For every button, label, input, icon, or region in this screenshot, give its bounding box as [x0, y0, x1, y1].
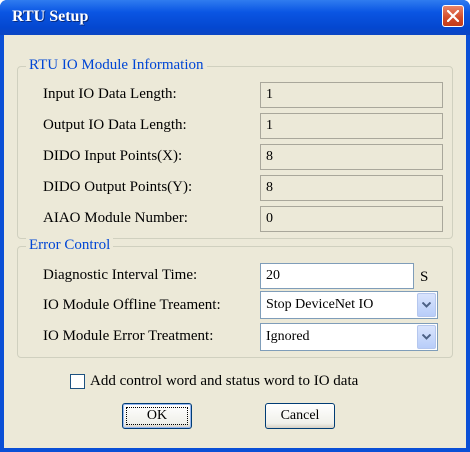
chevron-down-icon — [422, 302, 431, 308]
cancel-button-label: Cancel — [280, 408, 320, 423]
ok-button[interactable]: OK — [122, 403, 192, 429]
error-control-title: Error Control — [26, 237, 114, 254]
title-bar[interactable]: RTU Setup — [0, 0, 470, 35]
rtu-setup-dialog: RTU Setup RTU IO Module Information Inpu… — [0, 0, 470, 452]
io-data-checkbox[interactable] — [70, 374, 85, 389]
diagnostic-interval-label: Diagnostic Interval Time: — [43, 267, 198, 283]
close-icon — [447, 10, 459, 22]
offline-treatment-select[interactable]: Stop DeviceNet IO — [260, 291, 438, 319]
window-title: RTU Setup — [12, 8, 89, 25]
error-treatment-label: IO Module Error Treatment: — [43, 328, 214, 344]
diagnostic-interval-unit: S — [420, 269, 429, 285]
offline-treatment-dropdown-button[interactable] — [417, 293, 436, 317]
cancel-button[interactable]: Cancel — [265, 403, 335, 429]
dido-input-points-label: DIDO Input Points(X): — [43, 148, 183, 164]
input-io-length-label: Input IO Data Length: — [43, 86, 177, 102]
offline-treatment-label: IO Module Offline Treament: — [43, 297, 221, 313]
close-button[interactable] — [442, 5, 464, 27]
focus-rect — [126, 407, 188, 425]
dido-output-points-label: DIDO Output Points(Y): — [43, 179, 193, 195]
dido-input-points-field: 8 — [260, 144, 443, 170]
chevron-down-icon — [422, 334, 431, 340]
output-io-length-label: Output IO Data Length: — [43, 117, 187, 133]
io-module-info-title: RTU IO Module Information — [26, 57, 207, 74]
offline-treatment-value: Stop DeviceNet IO — [266, 297, 374, 312]
aiao-module-number-label: AIAO Module Number: — [43, 210, 188, 226]
error-treatment-dropdown-button[interactable] — [417, 325, 436, 349]
output-io-length-field: 1 — [260, 113, 443, 139]
dido-output-points-field: 8 — [260, 175, 443, 201]
aiao-module-number-field: 0 — [260, 206, 443, 232]
io-data-checkbox-label[interactable]: Add control word and status word to IO d… — [90, 373, 358, 390]
input-io-length-field: 1 — [260, 82, 443, 108]
diagnostic-interval-input[interactable]: 20 — [260, 263, 414, 289]
dialog-body: RTU IO Module Information Input IO Data … — [4, 35, 466, 448]
error-treatment-value: Ignored — [266, 329, 310, 344]
error-treatment-select[interactable]: Ignored — [260, 323, 438, 351]
